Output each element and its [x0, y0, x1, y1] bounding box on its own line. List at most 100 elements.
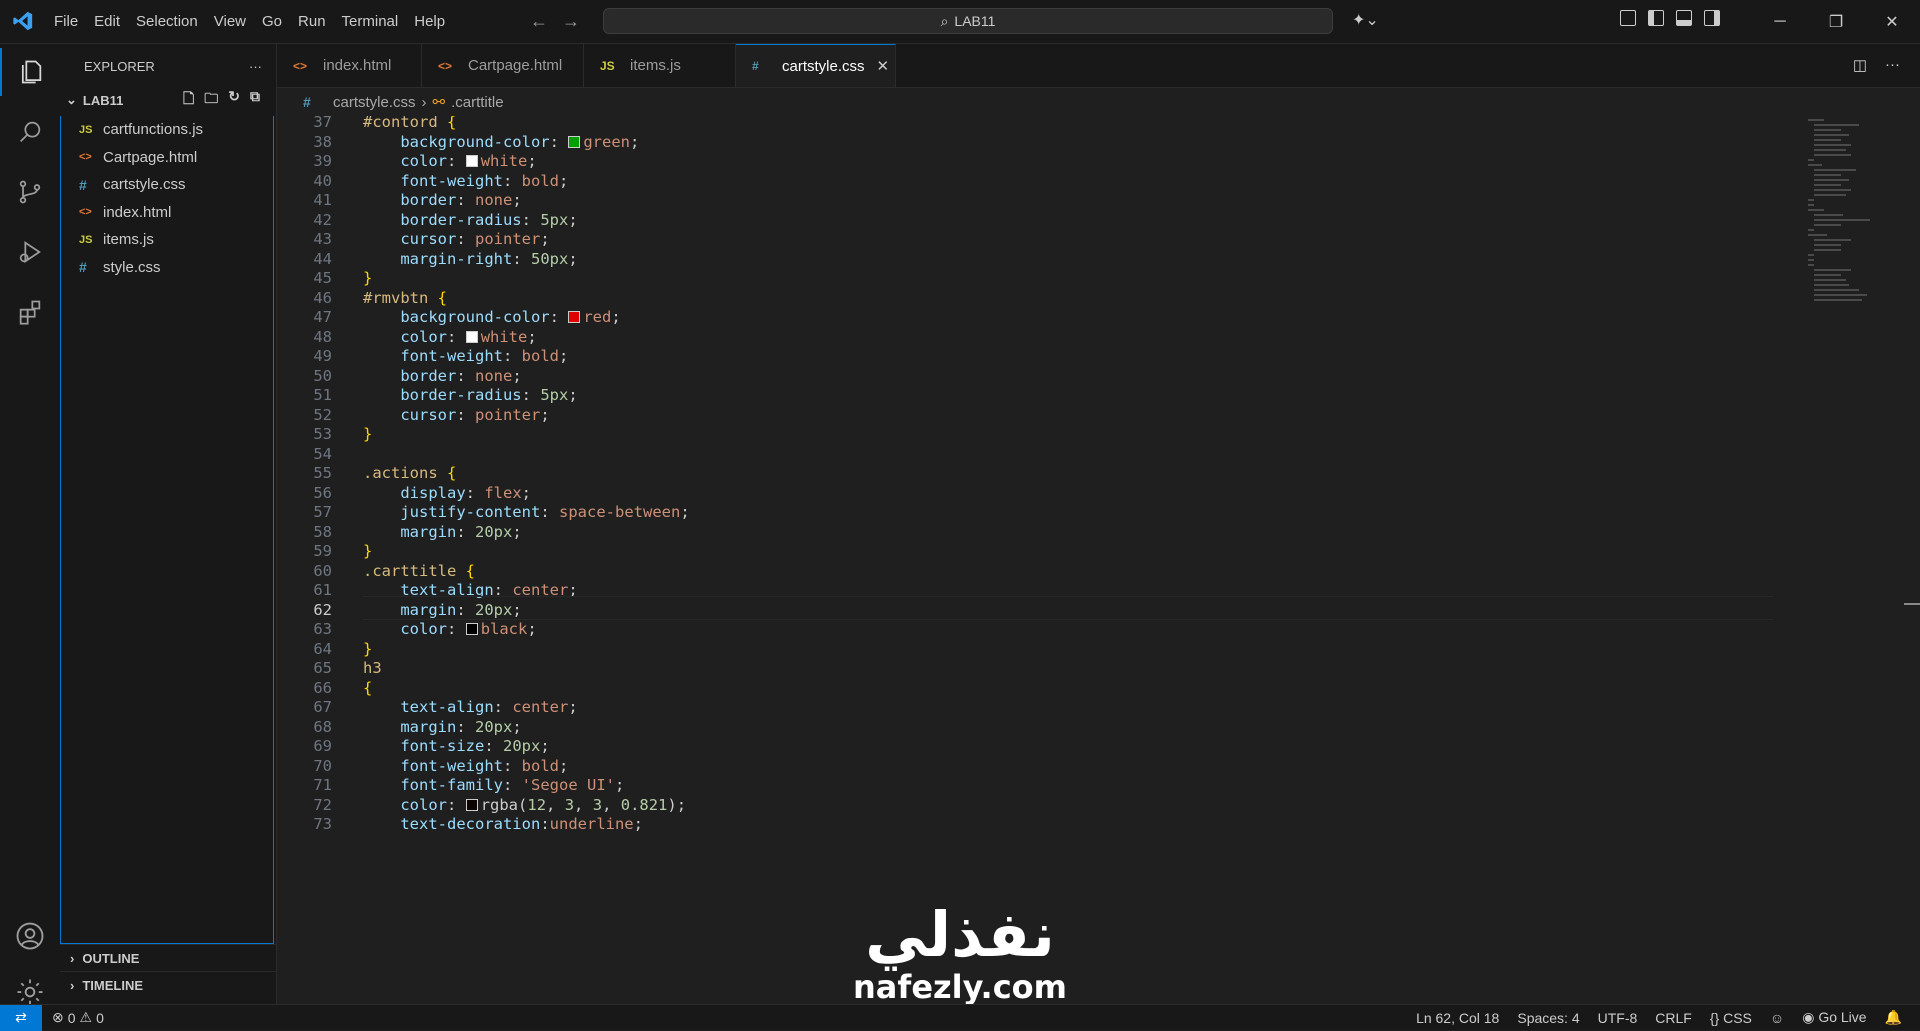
breadcrumb-symbol[interactable]: .carttitle — [451, 94, 504, 111]
file-item[interactable]: JS cartfunctions.js — [61, 116, 273, 144]
toggle-secondary-sidebar-icon[interactable] — [1704, 10, 1720, 26]
file-item[interactable]: # cartstyle.css — [61, 171, 273, 199]
tab-items-js[interactable]: JS items.js — [584, 44, 736, 87]
menu-item-view[interactable]: View — [206, 13, 254, 30]
menu-item-file[interactable]: File — [46, 13, 86, 30]
extensions-icon[interactable] — [0, 288, 60, 336]
outline-section[interactable]: › OUTLINE — [60, 944, 276, 971]
source-control-icon[interactable] — [0, 168, 60, 216]
minimize-icon[interactable]: ─ — [1752, 13, 1808, 31]
line-number: 63 — [313, 620, 332, 638]
go-live-button[interactable]: ◉ Go Live — [1802, 1009, 1866, 1026]
workspace-root-folder[interactable]: ⌄ LAB11 🗋 🗀 ↻ ⧉ — [60, 88, 276, 112]
menu-item-run[interactable]: Run — [290, 13, 334, 30]
file-item[interactable]: <> Cartpage.html — [61, 144, 273, 172]
file-name: Cartpage.html — [103, 148, 198, 166]
code-line[interactable]: 73 text-decoration:underline; — [277, 812, 1777, 836]
encoding[interactable]: UTF-8 — [1598, 1010, 1638, 1026]
color-swatch[interactable] — [465, 798, 478, 811]
line-code: font-size: 20px; — [400, 737, 550, 755]
minimap-line — [1814, 149, 1846, 151]
explorer-icon[interactable] — [0, 48, 60, 96]
menu-item-terminal[interactable]: Terminal — [334, 13, 407, 30]
timeline-section[interactable]: › TIMELINE — [60, 971, 276, 998]
minimap-line — [1808, 204, 1814, 206]
css-file-icon: # — [79, 259, 87, 276]
line-number: 44 — [313, 249, 332, 268]
tab-index-html[interactable]: <> index.html — [277, 44, 422, 87]
problems-indicator[interactable]: ⊗ 0 ⚠ 0 — [52, 1009, 104, 1026]
color-swatch[interactable] — [465, 623, 478, 635]
run-debug-icon[interactable] — [0, 228, 60, 276]
file-name: cartfunctions.js — [103, 121, 204, 139]
copilot-icon[interactable]: ✦⌄ — [1352, 10, 1379, 30]
line-number: 52 — [313, 405, 332, 424]
broadcast-icon: ◉ — [1802, 1009, 1815, 1025]
line-code: color: rgba(12, 3, 3, 0.821); — [400, 795, 687, 814]
toggle-panel-icon[interactable] — [1676, 10, 1692, 26]
account-icon[interactable] — [0, 912, 60, 960]
menu-item-help[interactable]: Help — [406, 13, 453, 30]
toggle-sidebar-icon[interactable] — [1648, 10, 1664, 26]
minimap-line — [1808, 229, 1814, 231]
file-item[interactable]: JS items.js — [61, 226, 273, 254]
file-item[interactable]: <> index.html — [61, 199, 273, 227]
end-of-line[interactable]: CRLF — [1655, 1010, 1692, 1026]
color-swatch[interactable] — [568, 311, 581, 323]
search-activity-icon[interactable] — [0, 108, 60, 156]
line-number: 56 — [313, 483, 332, 502]
line-code: } — [363, 542, 373, 560]
language-label: CSS — [1723, 1009, 1752, 1026]
more-actions-icon[interactable]: ··· — [1885, 56, 1900, 74]
remote-indicator-icon[interactable]: ⇄ — [0, 1004, 42, 1031]
file-item[interactable]: # style.css — [61, 254, 273, 282]
minimap-line — [1814, 224, 1842, 226]
line-number: 70 — [313, 756, 332, 775]
new-file-icon[interactable]: 🗋 — [183, 88, 194, 112]
customize-layout-icon[interactable] — [1620, 10, 1636, 26]
back-arrow-icon[interactable]: ← — [530, 11, 548, 32]
line-number: 59 — [313, 542, 332, 560]
copilot-status-icon[interactable]: ☺ — [1770, 1010, 1784, 1026]
new-folder-icon[interactable]: 🗀 — [204, 88, 218, 112]
minimap-line — [1814, 289, 1859, 291]
warning-count: 0 — [96, 1009, 104, 1026]
close-window-icon[interactable]: ✕ — [1864, 12, 1920, 32]
warning-icon: ⚠ — [79, 1009, 93, 1025]
refresh-icon[interactable]: ↻ — [228, 88, 240, 112]
outline-label: OUTLINE — [82, 950, 140, 966]
menu-item-selection[interactable]: Selection — [128, 13, 206, 30]
tab-cartpage-html[interactable]: <> Cartpage.html — [422, 44, 584, 87]
command-center-search[interactable]: ⌕ LAB11 — [603, 8, 1333, 34]
menu-item-go[interactable]: Go — [254, 13, 290, 30]
split-editor-icon[interactable]: ◫ — [1853, 56, 1867, 74]
line-number: 65 — [313, 659, 332, 677]
tab-cartstyle-css[interactable]: # cartstyle.css ✕ — [736, 44, 896, 87]
color-swatch[interactable] — [568, 135, 581, 148]
minimap-line — [1814, 294, 1867, 296]
minimap[interactable] — [1808, 116, 1870, 301]
explorer-header: EXPLORER ··· — [60, 44, 276, 88]
notifications-bell-icon[interactable]: 🔔 — [1885, 1009, 1902, 1026]
minimap-line — [1808, 254, 1814, 256]
code-editor[interactable]: 37 #contord {38 background-color: green; 3… — [277, 116, 1920, 1004]
line-code: font-family: 'Segoe UI'; — [400, 776, 625, 794]
menu-item-edit[interactable]: Edit — [86, 13, 128, 30]
collapse-all-icon[interactable]: ⧉ — [250, 88, 260, 112]
color-swatch[interactable] — [465, 155, 478, 167]
restore-icon[interactable]: ❐ — [1808, 12, 1864, 32]
color-swatch[interactable] — [465, 330, 478, 343]
more-actions-icon[interactable]: ··· — [249, 59, 262, 74]
language-mode[interactable]: {} CSS — [1710, 1010, 1752, 1026]
breadcrumb-file[interactable]: cartstyle.css — [333, 94, 416, 111]
close-tab-icon[interactable]: ✕ — [877, 57, 890, 75]
scrollbar-marker[interactable] — [1904, 603, 1920, 605]
indentation[interactable]: Spaces: 4 — [1517, 1010, 1579, 1026]
watermark-arabic: نفذلي — [865, 898, 1055, 971]
tab-label: cartstyle.css — [782, 57, 865, 75]
line-number: 54 — [313, 444, 332, 463]
line-number: 61 — [313, 581, 332, 599]
cursor-position[interactable]: Ln 62, Col 18 — [1416, 1010, 1499, 1026]
forward-arrow-icon[interactable]: → — [562, 11, 580, 32]
line-code: } — [363, 639, 373, 658]
